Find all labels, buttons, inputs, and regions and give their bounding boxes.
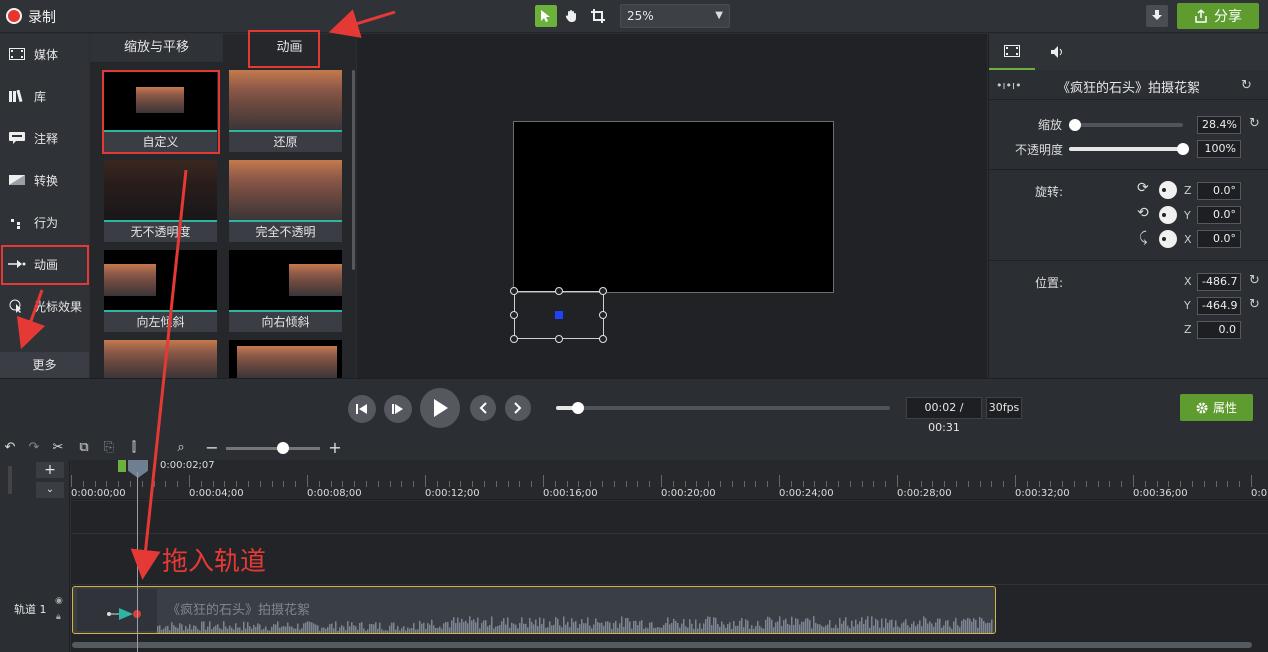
arrow-to-animation-tab [328,9,396,38]
arrow-to-animation-nav [16,289,46,350]
arrow-to-track [130,169,188,580]
annotation-drag-to-track: 拖入轨道 [162,547,267,577]
